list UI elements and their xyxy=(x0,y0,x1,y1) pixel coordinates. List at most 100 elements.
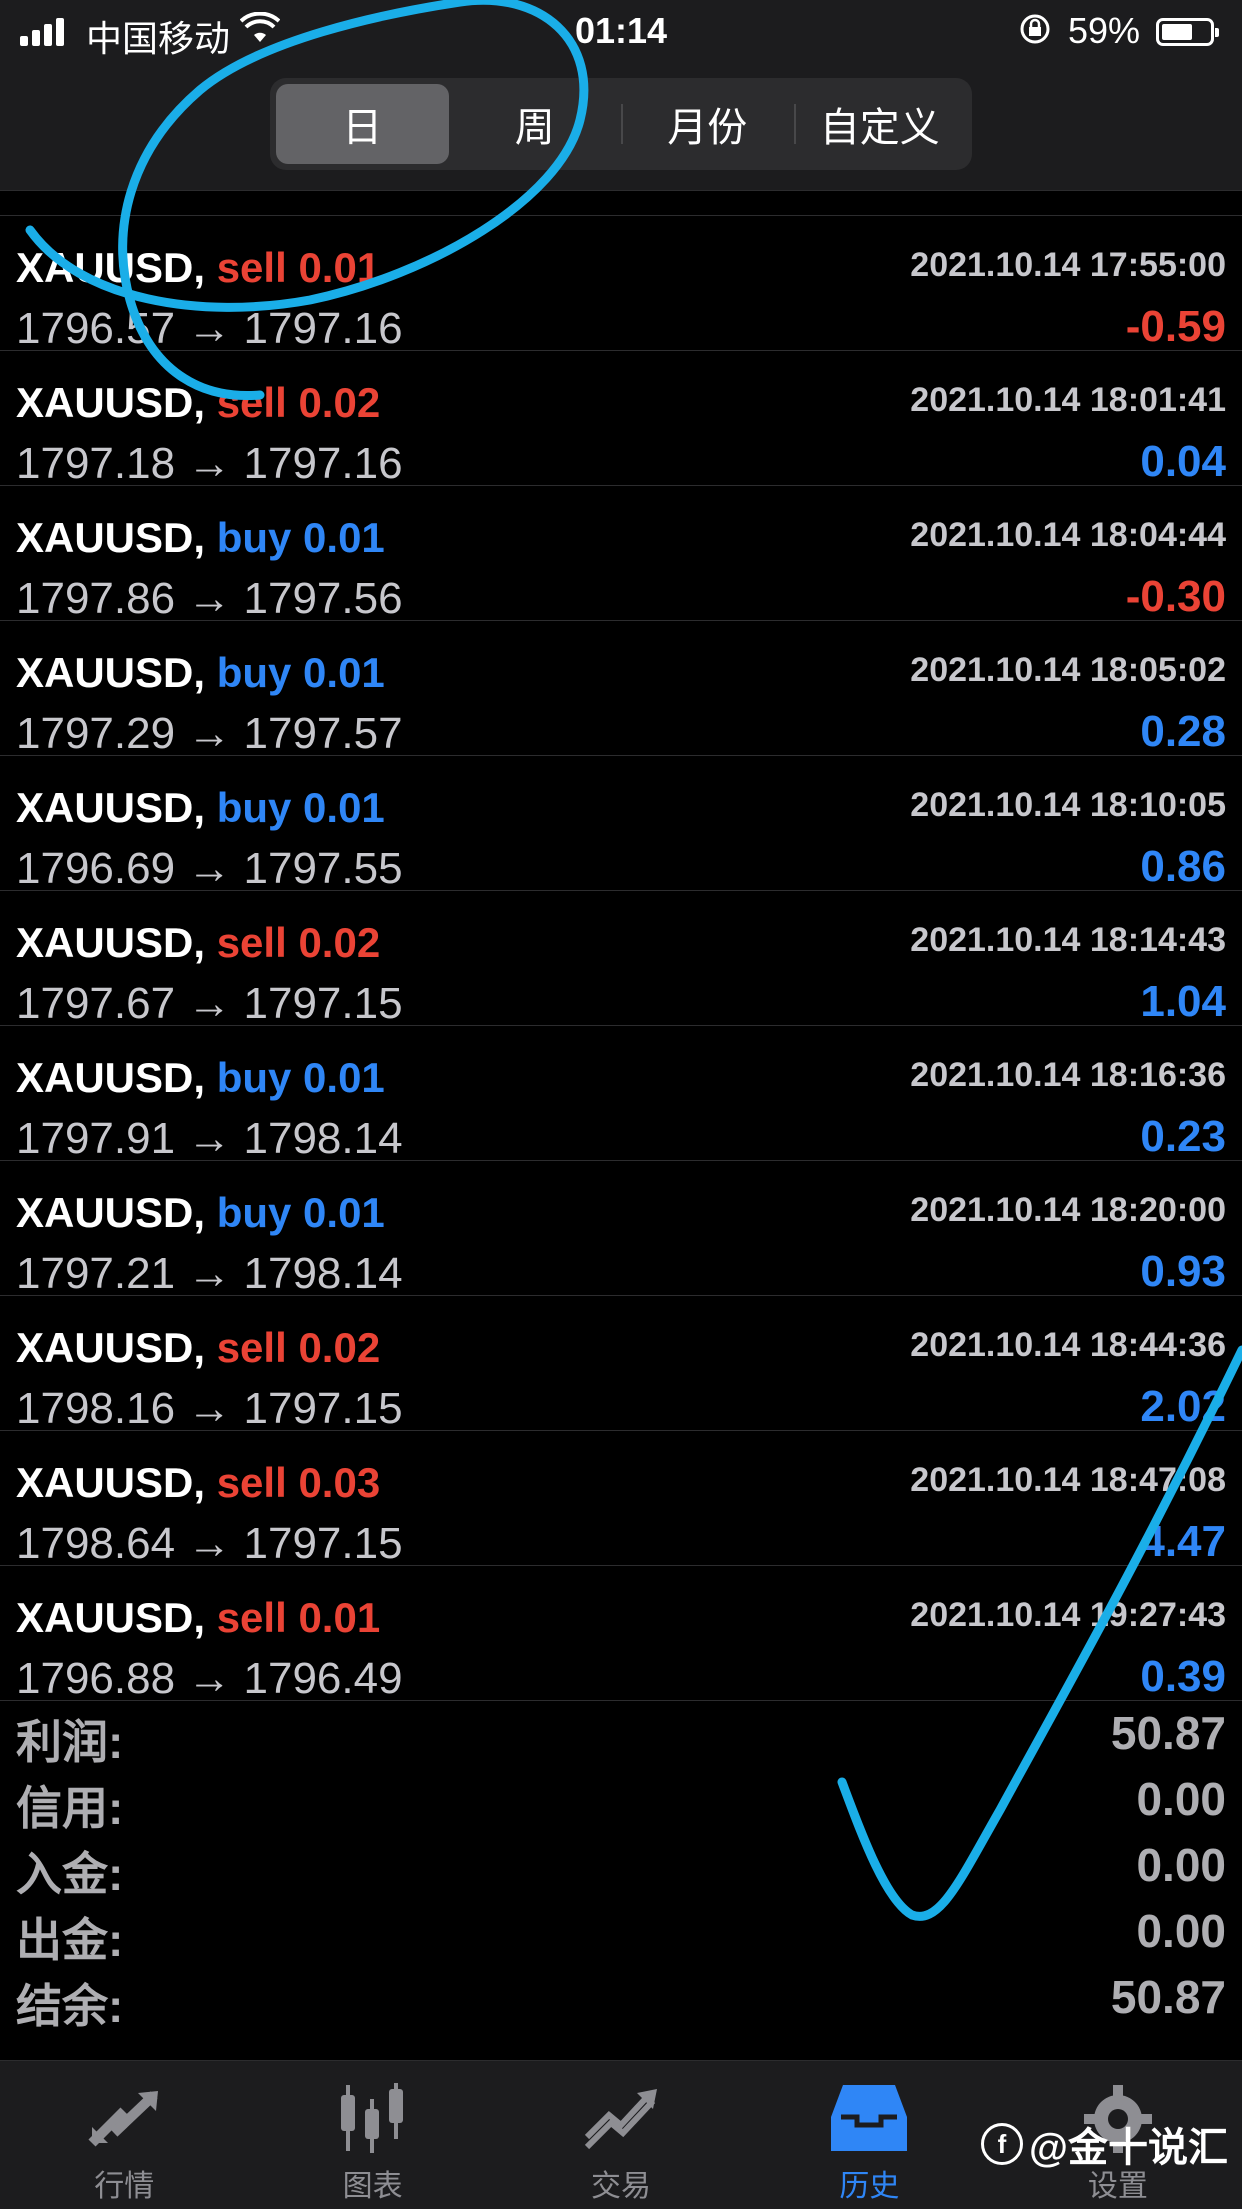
summary-row: 结余: 50.87 xyxy=(0,1964,1242,2032)
period-tab-custom[interactable]: 自定义 xyxy=(793,84,967,164)
trade-profit: 0.39 xyxy=(1140,1652,1226,1701)
trade-profit: 1.04 xyxy=(1140,977,1226,1026)
summary-row: 出金: 0.00 xyxy=(0,1898,1242,1966)
trade-row[interactable]: XAUUSD, sell 0.02 2021.10.14 18:44:36 1798… xyxy=(0,1296,1242,1433)
period-tab-label: 日 xyxy=(342,106,383,150)
trade-volume: 0.01 xyxy=(303,1054,385,1101)
status-clock: 01:14 xyxy=(574,10,668,51)
summary-label: 信用: xyxy=(16,1782,124,1834)
trade-row[interactable]: XAUUSD, sell 0.02 2021.10.14 18:01:41 1797… xyxy=(0,351,1242,489)
trade-time: 2021.10.14 19:27:43 xyxy=(910,1596,1226,1634)
trade-volume: 0.01 xyxy=(303,1189,385,1236)
trade-time: 2021.10.14 18:04:44 xyxy=(910,516,1226,554)
trade-prices: 1796.57 → 1797.16 xyxy=(16,304,403,354)
period-tab-week[interactable]: 周 xyxy=(449,84,622,164)
trade-symbol: XAUUSD, xyxy=(16,784,206,831)
trade-symbol-line: XAUUSD, sell 0.02 xyxy=(16,379,380,427)
rotation-lock-icon xyxy=(1018,12,1052,54)
trade-close-price: 1797.15 xyxy=(243,1384,403,1433)
trade-open-price: 1798.64 xyxy=(16,1519,176,1568)
history-inbox-icon xyxy=(831,2085,908,2151)
battery-icon xyxy=(1156,18,1219,46)
trade-close-price: 1796.49 xyxy=(243,1654,403,1703)
summary-value: 0.00 xyxy=(1136,1773,1226,1825)
tab-label: 历史 xyxy=(839,2170,900,2203)
trade-row[interactable]: XAUUSD, buy 0.01 2021.10.14 18:20:00 1797.… xyxy=(0,1161,1242,1298)
trade-symbol-line: XAUUSD, buy 0.01 xyxy=(16,784,385,832)
trade-profit: 0.04 xyxy=(1140,437,1226,486)
arrow-right-icon: → xyxy=(175,844,244,893)
summary-value: 0.00 xyxy=(1136,1839,1226,1891)
arrow-right-icon: → xyxy=(175,1384,244,1433)
arrow-right-icon: → xyxy=(175,1519,244,1568)
candlestick-chart-icon xyxy=(340,2083,403,2153)
trade-symbol-line: XAUUSD, sell 0.01 xyxy=(16,1594,380,1642)
trade-side: buy xyxy=(216,514,292,561)
trade-volume: 0.01 xyxy=(303,514,385,561)
trade-symbol: XAUUSD, xyxy=(16,514,206,561)
trade-row[interactable]: XAUUSD, sell 0.02 2021.10.14 18:14:43 1797… xyxy=(0,891,1242,1029)
trade-symbol-line: XAUUSD, buy 0.01 xyxy=(16,1189,385,1237)
arrow-right-icon: → xyxy=(175,1249,244,1298)
trade-close-price: 1797.55 xyxy=(243,844,403,893)
account-summary: 利润: 50.87 信用: 0.00 入金: 0.00 出金: 0.00 结余: 50.87 xyxy=(0,1700,1242,2032)
trade-side: sell xyxy=(216,379,287,426)
trade-row[interactable]: XAUUSD, sell 0.01 2021.10.14 19:27:43 1796… xyxy=(0,1566,1242,1704)
trade-prices: 1797.18 → 1797.16 xyxy=(16,439,403,489)
trade-row[interactable]: XAUUSD, buy 0.01 2021.10.14 18:16:36 1797.… xyxy=(0,1026,1242,1163)
summary-row: 入金: 0.00 xyxy=(0,1832,1242,1900)
watermark: f @金十说汇 xyxy=(980,2115,1228,2173)
trade-symbol: XAUUSD, xyxy=(16,1594,206,1641)
summary-row: 信用: 0.00 xyxy=(0,1766,1242,1834)
trade-profit: 0.93 xyxy=(1140,1247,1226,1296)
summary-value: 50.87 xyxy=(1110,1971,1226,2023)
quotes-arrows-icon xyxy=(88,2091,159,2147)
period-tab-month[interactable]: 月份 xyxy=(621,84,794,164)
history-header: 日 周 月份 自定义 xyxy=(0,70,1242,191)
trade-open-price: 1796.69 xyxy=(16,844,176,893)
tab-chart[interactable]: 图表 xyxy=(248,2061,496,2209)
trade-symbol-line: XAUUSD, sell 0.03 xyxy=(16,1459,380,1507)
trade-open-price: 1798.16 xyxy=(16,1384,176,1433)
tab-quotes[interactable]: 行情 xyxy=(0,2061,248,2209)
trade-symbol-line: XAUUSD, buy 0.01 xyxy=(16,649,385,697)
trade-row[interactable]: XAUUSD, buy 0.01 2021.10.14 18:05:02 1797.… xyxy=(0,621,1242,758)
trade-side: buy xyxy=(216,649,292,696)
trade-time: 2021.10.14 18:44:36 xyxy=(910,1326,1226,1364)
tab-history[interactable]: 历史 xyxy=(745,2061,993,2209)
trade-side: sell xyxy=(216,1594,287,1641)
trade-prices: 1796.88 → 1796.49 xyxy=(16,1654,403,1704)
trade-open-price: 1796.57 xyxy=(16,304,176,353)
trade-symbol: XAUUSD, xyxy=(16,1054,206,1101)
summary-label: 结余: xyxy=(16,1980,124,2032)
trade-time: 2021.10.14 18:47:08 xyxy=(910,1461,1226,1499)
trade-side: sell xyxy=(216,244,287,291)
trade-open-price: 1797.18 xyxy=(16,439,176,488)
trade-row[interactable]: XAUUSD, sell 0.03 2021.10.14 18:47:08 1798… xyxy=(0,1431,1242,1568)
trade-row[interactable]: XAUUSD, buy 0.01 2021.10.14 18:10:05 1796.… xyxy=(0,756,1242,893)
trade-side: buy xyxy=(216,1054,292,1101)
trade-symbol: XAUUSD, xyxy=(16,244,206,291)
watermark-logo-icon: f xyxy=(980,2123,1023,2165)
summary-label: 利润: xyxy=(16,1716,124,1768)
trade-row[interactable]: XAUUSD, buy 0.01 2021.10.14 18:04:44 1797.… xyxy=(0,486,1242,623)
arrow-right-icon: → xyxy=(175,304,244,353)
trade-prices: 1797.67 → 1797.15 xyxy=(16,979,403,1029)
trade-open-price: 1796.88 xyxy=(16,1654,176,1703)
arrow-right-icon: → xyxy=(175,1114,244,1163)
trade-profit: 0.28 xyxy=(1140,707,1226,756)
trade-open-price: 1797.91 xyxy=(16,1114,176,1163)
tab-trade[interactable]: 交易 xyxy=(497,2061,745,2209)
period-segmented-control: 日 周 月份 自定义 xyxy=(270,78,972,170)
tab-label: 交易 xyxy=(591,2170,652,2203)
trade-row[interactable]: XAUUSD, sell 0.01 2021.10.14 17:55:00 1796… xyxy=(0,216,1242,354)
trade-open-price: 1797.29 xyxy=(16,709,176,758)
trade-symbol-line: XAUUSD, sell 0.02 xyxy=(16,919,380,967)
trade-close-price: 1798.14 xyxy=(243,1114,403,1163)
trade-time: 2021.10.14 18:05:02 xyxy=(910,651,1226,689)
period-tab-day[interactable]: 日 xyxy=(276,84,449,164)
period-tab-label: 自定义 xyxy=(819,106,940,150)
trade-profit: 4.47 xyxy=(1140,1517,1226,1566)
battery-percent: 59% xyxy=(1068,10,1141,51)
trade-volume: 0.02 xyxy=(298,919,381,966)
